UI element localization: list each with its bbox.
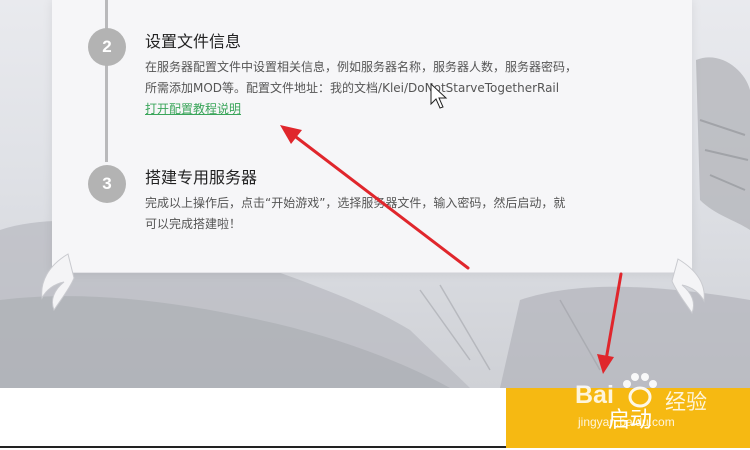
- step-desc-3-line2: 可以完成搭建啦！: [145, 217, 242, 231]
- step-desc-3-line1: 完成以上操作后，点击“开始游戏”，选择服务器文件，输入密码，然后启动，就: [145, 196, 566, 210]
- step-number-3: 3: [88, 165, 126, 203]
- bottom-divider: [0, 446, 508, 448]
- horn-ornament-icon: [671, 258, 705, 315]
- screenshot-scene: 2 设置文件信息 在服务器配置文件中设置相关信息，例如服务器名称，服务器人数，服…: [0, 0, 750, 450]
- watermark-url: jingyan.baidu.com: [578, 415, 675, 429]
- step-title-3: 搭建专用服务器: [145, 168, 258, 187]
- step-desc-2-line2: 所需添加MOD等。配置文件地址：我的文档/Klei/DoNotStarveTog…: [145, 81, 560, 95]
- step-number-2: 2: [88, 28, 126, 66]
- timeline-line: [105, 0, 108, 162]
- watermark-brand-cn: 经验: [665, 390, 707, 414]
- horn-ornament-icon: [41, 253, 75, 312]
- step-desc-2: 在服务器配置文件中设置相关信息，例如服务器名称，服务器人数，服务器密码， 所需添…: [145, 57, 665, 99]
- open-config-tutorial-link[interactable]: 打开配置教程说明: [145, 100, 241, 117]
- step-desc-2-line1: 在服务器配置文件中设置相关信息，例如服务器名称，服务器人数，服务器密码，: [145, 60, 578, 74]
- step-desc-3: 完成以上操作后，点击“开始游戏”，选择服务器文件，输入密码，然后启动，就 可以完…: [145, 193, 665, 235]
- step-title-2: 设置文件信息: [145, 32, 242, 51]
- paw-logo-icon: [623, 373, 657, 408]
- watermark-brand: Bai: [575, 381, 614, 409]
